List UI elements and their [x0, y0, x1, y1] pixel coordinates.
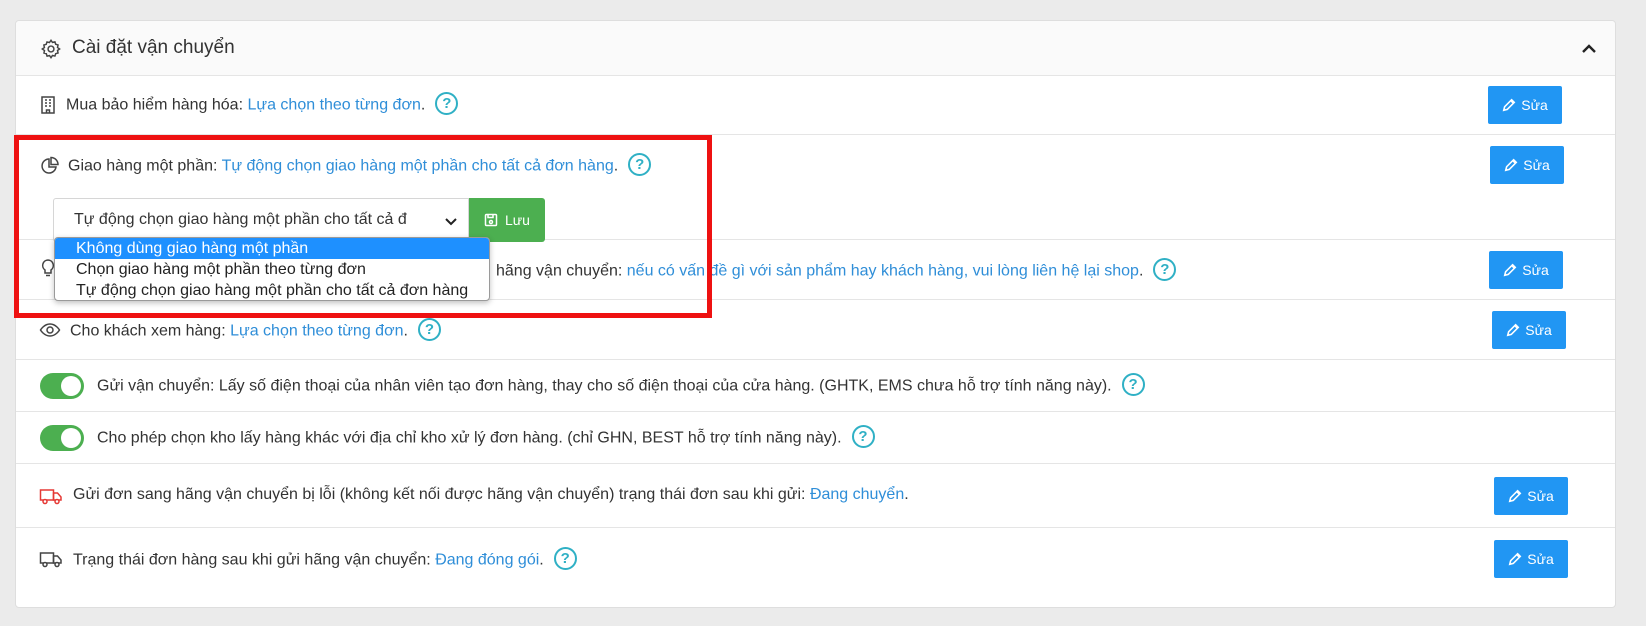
help-icon[interactable]: ? [417, 318, 441, 341]
setting-row-insurance: Mua bảo hiểm hàng hóa: Lựa chọn theo từn… [16, 76, 1615, 135]
eye-icon [39, 323, 61, 337]
gear-icon [41, 39, 61, 60]
edit-button[interactable]: Sửa [1489, 251, 1563, 289]
partial-delivery-select[interactable]: Tự động chọn giao hàng một phần cho tất … [53, 198, 469, 242]
help-icon[interactable]: ? [435, 92, 459, 115]
pencil-icon [1506, 323, 1520, 337]
setting-value-link[interactable]: Tự động chọn giao hàng một phần cho tất … [222, 158, 614, 175]
setting-row-warehouse: Cho phép chọn kho lấy hàng khác với địa … [16, 412, 1615, 464]
setting-text: Gửi đơn sang hãng vận chuyển bị lỗi (khô… [73, 486, 909, 503]
pie-chart-icon [41, 156, 59, 174]
setting-value-link[interactable]: nếu có vấn đề gì với sản phẩm hay khách … [627, 263, 1139, 280]
setting-text: Cho phép chọn kho lấy hàng khác với địa … [97, 425, 875, 450]
help-icon[interactable]: ? [628, 153, 652, 176]
edit-button[interactable]: Sửa [1492, 311, 1566, 349]
setting-text: hãng vận chuyển: nếu có vấn đề gì với sả… [496, 258, 1177, 283]
help-icon[interactable]: ? [553, 547, 577, 570]
staff-phone-toggle[interactable] [40, 373, 84, 399]
chevron-down-icon [445, 218, 457, 226]
dropdown-option[interactable]: Tự động chọn giao hàng một phần cho tất … [55, 280, 489, 300]
partial-delivery-dropdown: Không dùng giao hàng một phần Chọn giao … [54, 237, 490, 301]
setting-text: Trạng thái đơn hàng sau khi gửi hãng vận… [73, 547, 577, 572]
truck-icon [39, 489, 62, 505]
panel-header: Cài đặt vận chuyển [16, 21, 1615, 76]
warehouse-toggle[interactable] [40, 425, 84, 451]
truck-icon [39, 552, 62, 568]
setting-row-after-status: Trạng thái đơn hàng sau khi gửi hãng vận… [16, 528, 1615, 609]
setting-row-error-status: Gửi đơn sang hãng vận chuyển bị lỗi (khô… [16, 464, 1615, 528]
setting-text: Gửi vận chuyển: Lấy số điện thoại của nh… [97, 373, 1145, 398]
setting-row-view-goods: Cho khách xem hàng: Lựa chọn theo từng đ… [16, 300, 1615, 360]
setting-value-link[interactable]: Lựa chọn theo từng đơn [230, 323, 403, 340]
setting-text: Cho khách xem hàng: Lựa chọn theo từng đ… [70, 318, 441, 343]
edit-button[interactable]: Sửa [1494, 540, 1568, 578]
shipping-settings-panel: Cài đặt vận chuyển Mua bảo hiểm hàng hóa… [15, 20, 1616, 608]
pencil-icon [1503, 263, 1517, 277]
setting-value-link[interactable]: Đang đóng gói [435, 552, 539, 569]
setting-value-link[interactable]: Đang chuyển [810, 486, 904, 503]
select-value: Tự động chọn giao hàng một phần cho tất … [74, 211, 407, 228]
building-icon [41, 96, 55, 114]
chevron-up-icon[interactable] [1579, 39, 1599, 59]
edit-button[interactable]: Sửa [1494, 477, 1568, 515]
dropdown-option[interactable]: Chọn giao hàng một phần theo từng đơn [55, 259, 489, 280]
help-icon[interactable]: ? [1153, 258, 1177, 281]
setting-row-staff-phone: Gửi vận chuyển: Lấy số điện thoại của nh… [16, 360, 1615, 412]
edit-button[interactable]: Sửa [1488, 86, 1562, 124]
pencil-icon [1508, 489, 1522, 503]
help-icon[interactable]: ? [1121, 373, 1145, 396]
setting-value-link[interactable]: Lựa chọn theo từng đơn [247, 97, 420, 114]
save-button[interactable]: Lưu [469, 198, 545, 242]
edit-button[interactable]: Sửa [1490, 146, 1564, 184]
pencil-icon [1504, 158, 1518, 172]
dropdown-option[interactable]: Không dùng giao hàng một phần [55, 238, 489, 259]
setting-text: Giao hàng một phần: Tự động chọn giao hà… [68, 153, 652, 178]
help-icon[interactable]: ? [851, 425, 875, 448]
floppy-disk-icon [484, 213, 498, 227]
panel-title: Cài đặt vận chuyển [72, 37, 235, 58]
setting-row-partial-delivery: Giao hàng một phần: Tự động chọn giao hà… [16, 135, 1615, 242]
pencil-icon [1502, 98, 1516, 112]
pencil-icon [1508, 552, 1522, 566]
setting-text: Mua bảo hiểm hàng hóa: Lựa chọn theo từn… [66, 92, 459, 117]
